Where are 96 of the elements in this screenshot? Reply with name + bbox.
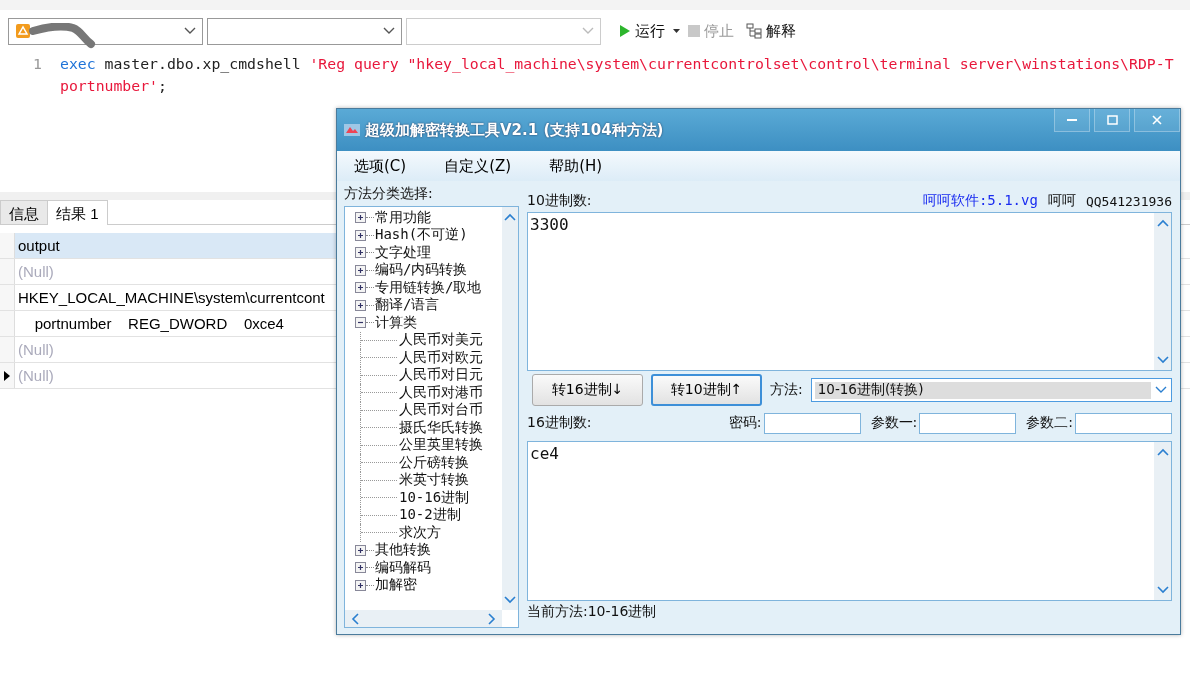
app-icon — [343, 121, 361, 139]
tree-item[interactable]: 人民币对欧元 — [399, 348, 483, 367]
tree-item[interactable]: 常用功能 — [375, 208, 431, 227]
convert-button[interactable]: 转16进制↓ — [532, 374, 643, 406]
scrollbar[interactable] — [345, 610, 502, 627]
tree-item[interactable]: 计算类 — [375, 313, 417, 332]
input-field[interactable] — [919, 412, 1017, 434]
code-line: exec master.dbo.xp_cmdshell 'Reg query "hkey_local_machine\system\currentcontrolset\control\terminal server\winstations\RDP-T — [60, 54, 1174, 72]
expand-icon[interactable] — [355, 282, 366, 294]
tree-item[interactable]: 米英寸转换 — [399, 471, 469, 490]
status-text: 当前方法:10-16进制 — [527, 603, 658, 621]
method-dropdown[interactable]: 10-16进制(转换) — [810, 378, 1172, 402]
scroll-up-icon — [504, 213, 516, 221]
tree-item[interactable]: Hash(不可逆) — [375, 226, 468, 245]
tree-item[interactable]: 人民币对港币 — [399, 383, 483, 402]
qq-number: QQ541231936 — [1085, 193, 1172, 209]
tree-item[interactable]: 公斤磅转换 — [399, 453, 469, 472]
field-label: 方法: — [770, 381, 803, 399]
expand-icon[interactable] — [355, 299, 366, 311]
table-cell-text: (Null) — [17, 340, 55, 360]
decimal-text-area[interactable]: 3300 — [527, 212, 1172, 371]
table-cell-text: (Null) — [17, 366, 55, 386]
code-line: portnumber'; — [60, 76, 167, 94]
tree-item[interactable]: 编码解码 — [375, 558, 431, 577]
run-button[interactable]: 运行 — [615, 21, 669, 41]
expand-icon[interactable] — [355, 247, 366, 259]
tree-item[interactable]: 求次方 — [399, 523, 441, 542]
menu-item[interactable]: 帮助(H) — [540, 156, 612, 176]
scroll-right-icon — [488, 612, 496, 625]
field-label: 密码: — [728, 414, 762, 432]
tree-item[interactable]: 专用链转换/取地 — [375, 278, 482, 297]
expand-icon[interactable] — [355, 579, 366, 591]
explain-button[interactable]: 解释 — [742, 21, 800, 41]
field-label: 参数二: — [1026, 414, 1073, 432]
close-icon — [1152, 115, 1162, 125]
collapse-icon[interactable] — [355, 317, 366, 329]
scroll-down-icon — [1156, 356, 1169, 364]
scrollbar[interactable] — [1154, 442, 1171, 600]
field-label: 16进制数: — [527, 414, 592, 432]
play-icon — [619, 24, 631, 38]
tree-item[interactable]: 人民币对日元 — [399, 366, 483, 385]
chevron-down-icon — [184, 27, 196, 35]
tree-item[interactable]: 其他转换 — [375, 541, 431, 560]
hex-text-area[interactable]: ce4 — [527, 441, 1172, 601]
database-icon — [15, 23, 31, 39]
stop-icon — [688, 25, 700, 37]
scroll-up-icon — [1156, 219, 1169, 227]
author-name: 呵呵 — [1047, 192, 1076, 210]
combo-box[interactable] — [207, 17, 402, 45]
website-link[interactable]: 呵呵软件:5.1.vg — [922, 192, 1038, 210]
scroll-down-icon — [504, 596, 516, 604]
maximize-button[interactable] — [1094, 109, 1130, 132]
tree-item[interactable]: 编码/内码转换 — [375, 261, 468, 280]
tree-item[interactable]: 10-2进制 — [399, 506, 461, 525]
scroll-left-icon — [351, 612, 359, 625]
scrollbar[interactable] — [502, 207, 518, 610]
table-cell-text: (Null) — [17, 262, 55, 282]
tree-item[interactable]: 加解密 — [375, 576, 417, 595]
tree-item[interactable]: 翻译/语言 — [375, 296, 440, 315]
row-header[interactable] — [0, 363, 15, 388]
caret-icon — [673, 29, 680, 33]
window-title: 超级加解密转换工具V2.1 (支持104种方法) — [365, 120, 665, 140]
result-tab[interactable]: 结果 1 — [47, 200, 108, 225]
tree-item[interactable]: 摄氏华氏转换 — [399, 418, 483, 437]
diagram-icon — [746, 23, 762, 39]
convert-button[interactable]: 转10进制↑ — [651, 374, 762, 406]
field-label: 10进制数: — [527, 192, 592, 210]
menu-item[interactable]: 自定义(Z) — [435, 156, 521, 176]
scroll-down-icon — [1156, 586, 1169, 594]
menu-item[interactable]: 选项(C) — [345, 156, 416, 176]
table-cell-text: HKEY_LOCAL_MACHINE\system\currentcont — [17, 288, 326, 308]
maximize-icon — [1106, 115, 1118, 125]
field-label: 参数一: — [870, 414, 918, 432]
chevron-down-icon — [1155, 386, 1167, 394]
table-cell-text: portnumber REG_DWORD 0xce4 — [33, 314, 285, 334]
scrollbar[interactable] — [1154, 213, 1171, 370]
expand-icon[interactable] — [355, 229, 366, 241]
input-field[interactable] — [763, 412, 861, 434]
tree-item[interactable]: 文字处理 — [375, 243, 431, 262]
close-button[interactable] — [1134, 109, 1180, 132]
scroll-up-icon — [1156, 448, 1169, 456]
minimize-button[interactable] — [1054, 109, 1090, 132]
tree-label: 方法分类选择: — [344, 185, 434, 203]
chevron-down-icon — [582, 27, 594, 35]
expand-icon[interactable] — [355, 544, 366, 556]
tree-item[interactable]: 人民币对美元 — [399, 331, 483, 350]
tree-item[interactable]: 人民币对台币 — [399, 401, 483, 420]
minimize-icon — [1067, 118, 1077, 122]
tree-item[interactable]: 公里英里转换 — [399, 436, 483, 455]
tree-item[interactable]: 10-16进制 — [399, 488, 470, 507]
expand-icon[interactable] — [355, 212, 366, 224]
input-field[interactable] — [1075, 412, 1172, 434]
expand-icon[interactable] — [355, 562, 366, 574]
chevron-down-icon — [383, 27, 395, 35]
expand-icon[interactable] — [355, 264, 366, 276]
result-tab[interactable]: 信息 — [0, 200, 48, 224]
